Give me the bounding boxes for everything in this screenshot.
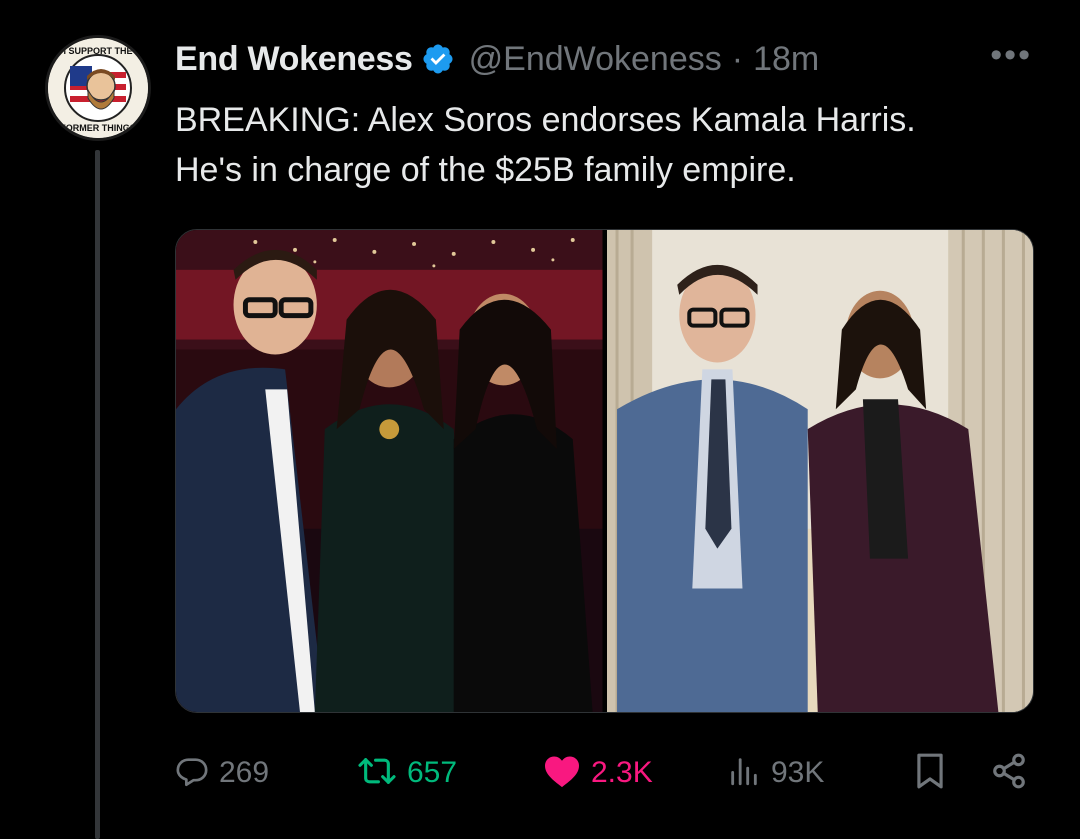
views-icon [727, 754, 761, 793]
reply-icon [175, 754, 209, 793]
separator-dot: · [731, 39, 744, 78]
reply-count: 269 [219, 756, 270, 789]
avatar-image: I SUPPORT THE FORMER THINGS [48, 38, 148, 138]
views-button[interactable]: 93K [727, 748, 824, 798]
tweet-text-line: BREAKING: Alex Soros endorses Kamala Har… [175, 101, 916, 139]
reply-button[interactable]: 269 [175, 748, 269, 798]
tweet-actions: 269 657 2.3K 93K [175, 748, 1035, 798]
share-icon [990, 752, 1028, 795]
share-button[interactable] [990, 748, 1028, 798]
like-count: 2.3K [591, 756, 653, 789]
display-name[interactable]: End Wokeness [175, 40, 413, 79]
retweet-count: 657 [407, 756, 458, 789]
more-options-icon[interactable]: ••• [990, 36, 1032, 75]
retweet-icon [357, 754, 397, 793]
party-photo[interactable] [176, 230, 603, 712]
verified-badge-icon [421, 42, 455, 76]
avatar[interactable]: I SUPPORT THE FORMER THINGS [45, 35, 151, 141]
thread-line [95, 150, 100, 839]
media-grid [175, 229, 1034, 713]
heart-icon [543, 754, 581, 793]
badge-top-text: I SUPPORT THE [63, 46, 132, 56]
timestamp[interactable]: 18m [753, 40, 819, 79]
tweet-text-line: He's in charge of the $25B family empire… [175, 151, 796, 189]
retweet-button[interactable]: 657 [357, 748, 457, 798]
bookmark-button[interactable] [913, 748, 947, 798]
tweet-text: BREAKING: Alex Soros endorses Kamala Har… [175, 95, 1055, 195]
office-photo[interactable] [606, 230, 1033, 712]
bookmark-icon [913, 752, 947, 795]
user-handle[interactable]: @EndWokeness [469, 40, 722, 79]
views-count: 93K [771, 756, 825, 789]
badge-bottom-text: FORMER THINGS [60, 123, 136, 133]
like-button[interactable]: 2.3K [543, 748, 653, 798]
tweet-header: End Wokeness @EndWokeness · 18m ••• [175, 36, 1040, 82]
